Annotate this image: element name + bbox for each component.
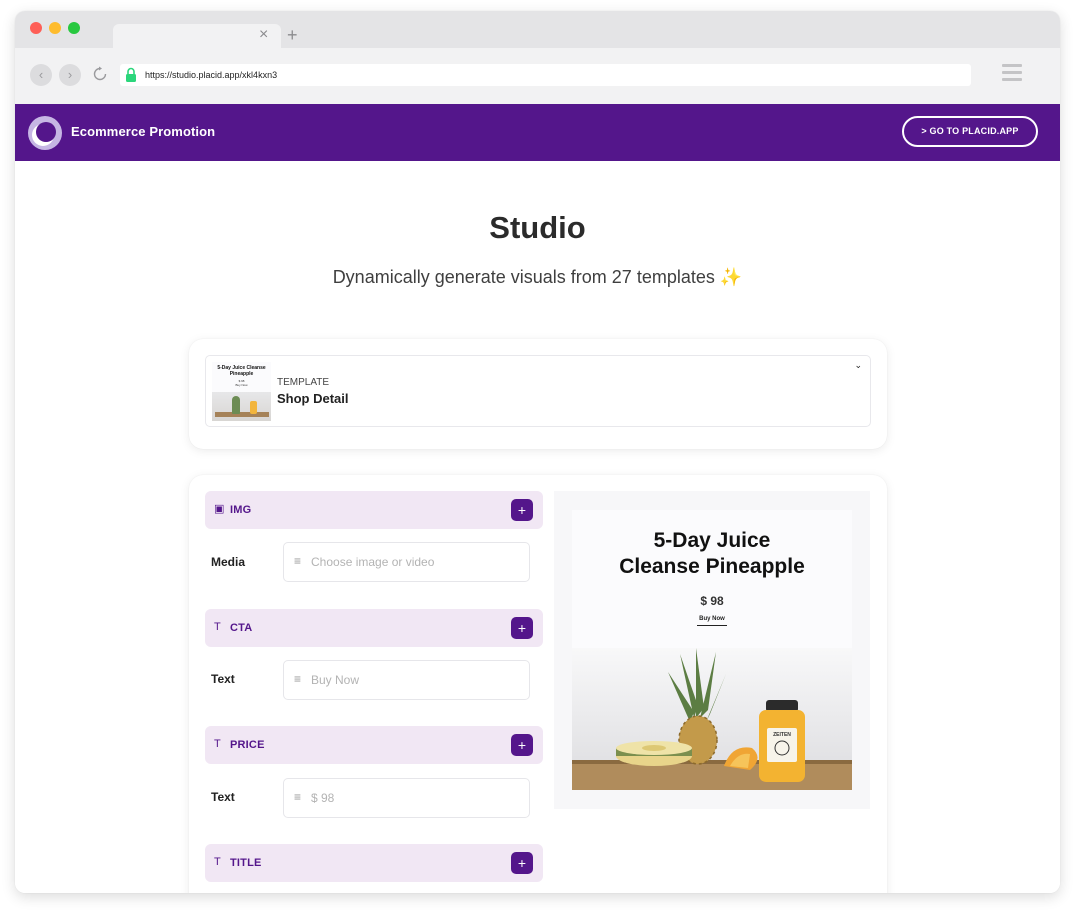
browser-toolbar: ‹ › https://studio.placid.app/xkl4kxn3 — [15, 48, 1060, 104]
editor-card: ▣ IMG + Media ≡ Choose image or video T … — [189, 475, 887, 893]
template-name: Shop Detail — [277, 391, 349, 406]
cta-text-field-label: Text — [211, 672, 235, 686]
add-layer-cta-button[interactable]: + — [511, 617, 533, 639]
media-input[interactable]: ≡ Choose image or video — [283, 542, 530, 582]
close-window-button[interactable] — [30, 22, 42, 34]
text-icon: T — [214, 738, 221, 750]
reload-icon[interactable] — [90, 64, 110, 84]
add-layer-img-button[interactable]: + — [511, 499, 533, 521]
text-icon: T — [214, 621, 221, 633]
drag-handle-icon: ≡ — [294, 672, 302, 686]
product-photo: ZEITEN — [572, 648, 852, 790]
sparkles-icon: ✨ — [719, 267, 743, 287]
browser-tab-strip: × + — [15, 11, 1060, 48]
layer-header-img[interactable]: ▣ IMG + — [205, 491, 543, 529]
drag-handle-icon: ≡ — [294, 554, 302, 568]
main-content: Studio Dynamically generate visuals from… — [15, 161, 1060, 893]
layer-header-price[interactable]: T PRICE + — [205, 726, 543, 764]
forward-button[interactable]: › — [59, 64, 81, 86]
lock-icon — [126, 67, 136, 82]
layer-name: IMG — [230, 504, 252, 516]
subtitle-text: Dynamically generate visuals from 27 tem… — [332, 267, 715, 287]
media-placeholder: Choose image or video — [311, 555, 435, 569]
layer-name: CTA — [230, 622, 253, 634]
browser-tab[interactable] — [113, 24, 281, 48]
minimize-window-button[interactable] — [49, 22, 61, 34]
thumbnail-cta: Buy Now — [235, 383, 248, 387]
maximize-window-button[interactable] — [68, 22, 80, 34]
new-tab-icon[interactable]: + — [287, 25, 298, 45]
add-layer-title-button[interactable]: + — [511, 852, 533, 874]
media-field-label: Media — [211, 555, 246, 569]
browser-window: × + ‹ › https://studio.placid.app/xkl4kx… — [15, 11, 1060, 893]
template-label: TEMPLATE — [277, 377, 330, 388]
chevron-down-icon[interactable]: ⌄ — [854, 360, 862, 371]
placid-logo-icon — [28, 116, 62, 150]
preview-title-line2: Cleanse Pineapple — [619, 555, 805, 578]
template-select[interactable]: 5-Day Juice Cleanse Pineapple $ 98 Buy N… — [205, 355, 871, 427]
layer-name: TITLE — [230, 857, 262, 869]
preview-title: 5-Day Juice Cleanse Pineapple — [572, 528, 852, 580]
add-layer-price-button[interactable]: + — [511, 734, 533, 756]
price-text-field-label: Text — [211, 790, 235, 804]
preview-canvas: 5-Day Juice Cleanse Pineapple $ 98 Buy N… — [572, 510, 852, 790]
template-card: 5-Day Juice Cleanse Pineapple $ 98 Buy N… — [189, 339, 887, 449]
go-to-placid-button[interactable]: > GO TO PLACID.APP — [902, 116, 1038, 147]
address-bar[interactable]: https://studio.placid.app/xkl4kxn3 — [120, 64, 971, 86]
browser-menu-icon[interactable] — [1002, 64, 1022, 84]
url-text: https://studio.placid.app/xkl4kxn3 — [145, 70, 278, 80]
template-thumbnail: 5-Day Juice Cleanse Pineapple $ 98 Buy N… — [212, 362, 271, 421]
preview-title-line1: 5-Day Juice — [653, 529, 771, 552]
preview-price: $ 98 — [700, 594, 724, 608]
preview-panel: 5-Day Juice Cleanse Pineapple $ 98 Buy N… — [554, 491, 870, 809]
app-header: Ecommerce Promotion > GO TO PLACID.APP — [15, 104, 1060, 161]
preview-cta: Buy Now — [697, 615, 727, 626]
page-title: Studio — [489, 210, 586, 245]
page-subtitle: Dynamically generate visuals from 27 tem… — [15, 265, 1060, 289]
price-text-placeholder: $ 98 — [311, 791, 335, 805]
thumbnail-photo — [212, 392, 271, 421]
text-icon: T — [214, 856, 221, 868]
thumbnail-title: 5-Day Juice Cleanse Pineapple — [217, 365, 266, 377]
back-button[interactable]: ‹ — [30, 64, 52, 86]
project-title: Ecommerce Promotion — [71, 124, 216, 139]
layer-header-cta[interactable]: T CTA + — [205, 609, 543, 647]
cta-text-input[interactable]: ≡ Buy Now — [283, 660, 530, 700]
jar-label: ZEITEN — [773, 732, 791, 738]
drag-handle-icon: ≡ — [294, 790, 302, 804]
cta-text-placeholder: Buy Now — [311, 673, 360, 687]
price-text-input[interactable]: ≡ $ 98 — [283, 778, 530, 818]
tab-close-icon[interactable]: × — [259, 25, 268, 45]
image-icon: ▣ — [214, 503, 225, 515]
layer-name: PRICE — [230, 739, 265, 751]
layer-header-title[interactable]: T TITLE + — [205, 844, 543, 882]
